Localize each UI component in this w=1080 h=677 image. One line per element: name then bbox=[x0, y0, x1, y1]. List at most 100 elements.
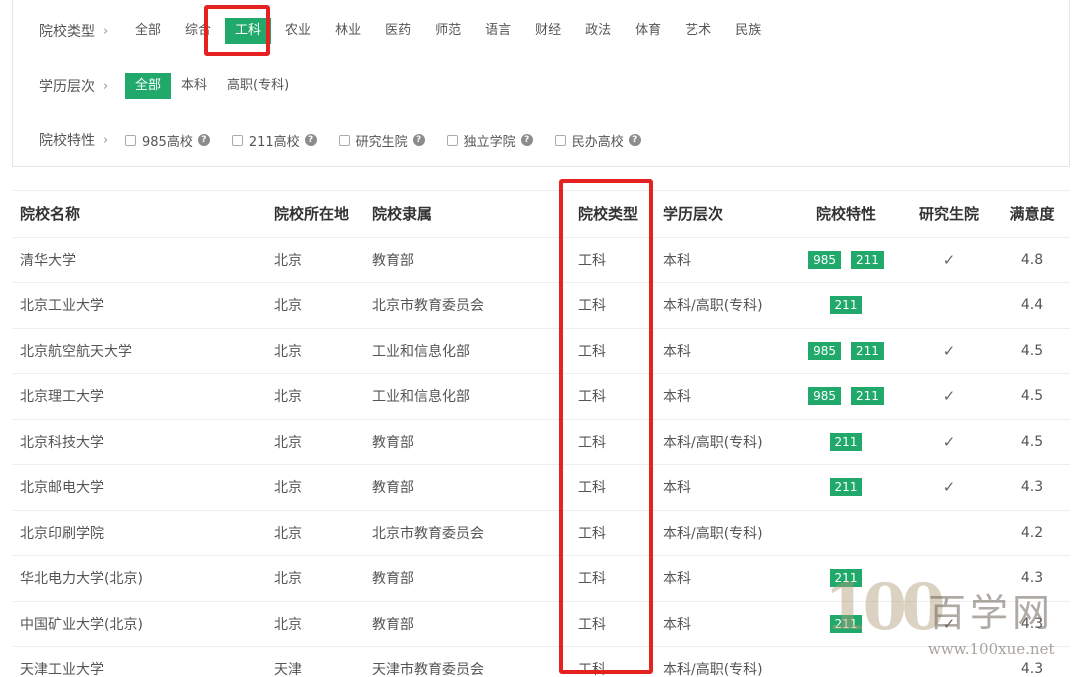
level-option[interactable]: 本科 bbox=[171, 73, 217, 99]
question-circle-icon[interactable]: ? bbox=[304, 134, 317, 146]
column-header: 院校名称 bbox=[12, 191, 266, 238]
cell-name[interactable]: 北京邮电大学 bbox=[12, 464, 266, 511]
type-option[interactable]: 民族 bbox=[725, 18, 771, 44]
tag-badge: 985 bbox=[808, 387, 841, 406]
feature-label: 211高校 bbox=[248, 134, 300, 150]
cell-affiliation: 北京市教育委员会 bbox=[364, 510, 570, 556]
question-circle-icon[interactable]: ? bbox=[628, 134, 641, 146]
cell-affiliation: 工业和信息化部 bbox=[364, 373, 570, 420]
cell-name[interactable]: 北京航空航天大学 bbox=[12, 328, 266, 374]
column-header: 满意度 bbox=[994, 191, 1070, 238]
type-option[interactable]: 艺术 bbox=[675, 18, 721, 44]
table-row[interactable]: 北京航空航天大学 北京 工业和信息化部 工科 本科 985 211 ✓ 4.5 bbox=[12, 328, 1070, 374]
type-option[interactable]: 体育 bbox=[625, 18, 671, 44]
checkbox[interactable] bbox=[446, 134, 458, 146]
type-option[interactable]: 综合 bbox=[175, 18, 221, 44]
feature-checkbox-item[interactable]: 985高校? bbox=[125, 131, 210, 150]
cell-tags: 985 211 bbox=[788, 328, 904, 374]
cell-name[interactable]: 北京理工大学 bbox=[12, 373, 266, 420]
cell-tags: 211 bbox=[788, 464, 904, 511]
cell-affiliation: 北京市教育委员会 bbox=[364, 282, 570, 329]
cell-type: 工科 bbox=[570, 328, 655, 374]
type-option[interactable]: 医药 bbox=[375, 18, 421, 44]
table-row[interactable]: 天津工业大学 天津 天津市教育委员会 工科 本科/高职(专科) 4.3 bbox=[12, 646, 1070, 677]
cell-rating: 4.3 bbox=[994, 464, 1070, 511]
cell-name[interactable]: 北京科技大学 bbox=[12, 419, 266, 465]
cell-type: 工科 bbox=[570, 419, 655, 465]
checkmark-icon: ✓ bbox=[942, 478, 956, 497]
cell-tags: 211 bbox=[788, 555, 904, 602]
table-row[interactable]: 中国矿业大学(北京) 北京 教育部 工科 本科 211 ✓ 4.3 bbox=[12, 601, 1070, 647]
checkbox[interactable] bbox=[125, 134, 136, 146]
type-option[interactable]: 语言 bbox=[475, 18, 521, 44]
cell-type: 工科 bbox=[570, 555, 655, 602]
cell-rating: 4.3 bbox=[994, 601, 1070, 647]
cell-type: 工科 bbox=[570, 464, 655, 511]
cell-rating: 4.2 bbox=[994, 510, 1070, 556]
cell-grad bbox=[904, 282, 994, 329]
cell-rating: 4.5 bbox=[994, 373, 1070, 420]
table-row[interactable]: 华北电力大学(北京) 北京 教育部 工科 本科 211 4.3 bbox=[12, 555, 1070, 602]
level-option[interactable]: 全部 bbox=[125, 73, 172, 99]
checkbox[interactable] bbox=[554, 134, 566, 146]
feature-checkbox-item[interactable]: 研究生院? bbox=[338, 131, 425, 150]
cell-rating: 4.3 bbox=[994, 646, 1070, 677]
cell-level: 本科 bbox=[655, 464, 788, 511]
cell-location: 北京 bbox=[266, 601, 364, 647]
table-row[interactable]: 北京邮电大学 北京 教育部 工科 本科 211 ✓ 4.3 bbox=[12, 464, 1070, 511]
cell-affiliation: 教育部 bbox=[364, 555, 570, 602]
table-row[interactable]: 清华大学 北京 教育部 工科 本科 985 211 ✓ 4.8 bbox=[12, 237, 1070, 283]
cell-type: 工科 bbox=[570, 510, 655, 556]
type-option[interactable]: 政法 bbox=[575, 18, 621, 44]
type-option[interactable]: 林业 bbox=[325, 18, 371, 44]
university-table-wrap: 院校名称 院校所在地 院校隶属 院校类型 学历层次 院校特性 研究生院 满意度 清华大学 北京教… bbox=[12, 190, 1070, 677]
cell-name[interactable]: 中国矿业大学(北京) bbox=[12, 601, 266, 647]
cell-name[interactable]: 北京工业大学 bbox=[12, 282, 266, 329]
type-option[interactable]: 农业 bbox=[275, 18, 321, 44]
chevron-right-icon: › bbox=[103, 23, 109, 39]
cell-grad bbox=[904, 555, 994, 602]
column-header: 院校所在地 bbox=[266, 191, 364, 238]
cell-level: 本科/高职(专科) bbox=[655, 419, 788, 465]
cell-location: 北京 bbox=[266, 373, 364, 420]
cell-name[interactable]: 北京印刷学院 bbox=[12, 510, 266, 556]
cell-affiliation: 教育部 bbox=[364, 601, 570, 647]
feature-checkbox-item[interactable]: 211高校? bbox=[231, 131, 317, 150]
cell-rating: 4.8 bbox=[994, 237, 1070, 283]
question-circle-icon[interactable]: ? bbox=[520, 134, 533, 146]
cell-name[interactable]: 天津工业大学 bbox=[12, 646, 266, 677]
level-option[interactable]: 高职(专科) bbox=[217, 73, 299, 99]
cell-level: 本科/高职(专科) bbox=[655, 646, 788, 677]
cell-tags: 211 bbox=[788, 419, 904, 465]
type-option[interactable]: 师范 bbox=[425, 18, 471, 44]
tag-badge: 211 bbox=[829, 296, 863, 315]
type-option[interactable]: 全部 bbox=[125, 18, 171, 44]
cell-location: 北京 bbox=[266, 282, 364, 329]
cell-name[interactable]: 清华大学 bbox=[12, 237, 266, 283]
question-circle-icon[interactable]: ? bbox=[412, 134, 425, 146]
table-row[interactable]: 北京理工大学 北京 工业和信息化部 工科 本科 985 211 ✓ 4.5 bbox=[12, 373, 1070, 420]
cell-location: 北京 bbox=[266, 555, 364, 602]
tag-badge: 985 bbox=[808, 250, 841, 269]
feature-label: 研究生院 bbox=[355, 134, 408, 150]
cell-level: 本科 bbox=[655, 328, 788, 374]
feature-checkbox-item[interactable]: 民办高校? bbox=[554, 131, 641, 150]
tag-badge: 211 bbox=[829, 569, 863, 588]
question-circle-icon[interactable]: ? bbox=[197, 134, 210, 146]
feature-checkbox-item[interactable]: 独立学院? bbox=[446, 131, 533, 150]
type-option[interactable]: 工科 bbox=[225, 18, 272, 44]
cell-tags bbox=[788, 510, 904, 556]
table-body: 清华大学 北京 教育部 工科 本科 985 211 ✓ 4.8 北京工业大学 北京 北京市教育委员会工… bbox=[12, 237, 1070, 677]
cell-affiliation: 教育部 bbox=[364, 237, 570, 283]
column-header: 学历层次 bbox=[655, 191, 788, 238]
type-option[interactable]: 财经 bbox=[525, 18, 571, 44]
checkbox[interactable] bbox=[338, 134, 350, 146]
table-row[interactable]: 北京印刷学院 北京 北京市教育委员会 工科 本科/高职(专科) 4.2 bbox=[12, 510, 1070, 556]
table-row[interactable]: 北京工业大学 北京 北京市教育委员会 工科 本科/高职(专科) 211 4.4 bbox=[12, 282, 1070, 329]
checkbox[interactable] bbox=[231, 134, 243, 146]
cell-location: 北京 bbox=[266, 464, 364, 511]
table-row[interactable]: 北京科技大学 北京 教育部 工科 本科/高职(专科) 211 ✓ 4.5 bbox=[12, 419, 1070, 465]
cell-grad: ✓ bbox=[904, 601, 994, 647]
cell-name[interactable]: 华北电力大学(北京) bbox=[12, 555, 266, 602]
tag-badge: 211 bbox=[829, 614, 863, 633]
